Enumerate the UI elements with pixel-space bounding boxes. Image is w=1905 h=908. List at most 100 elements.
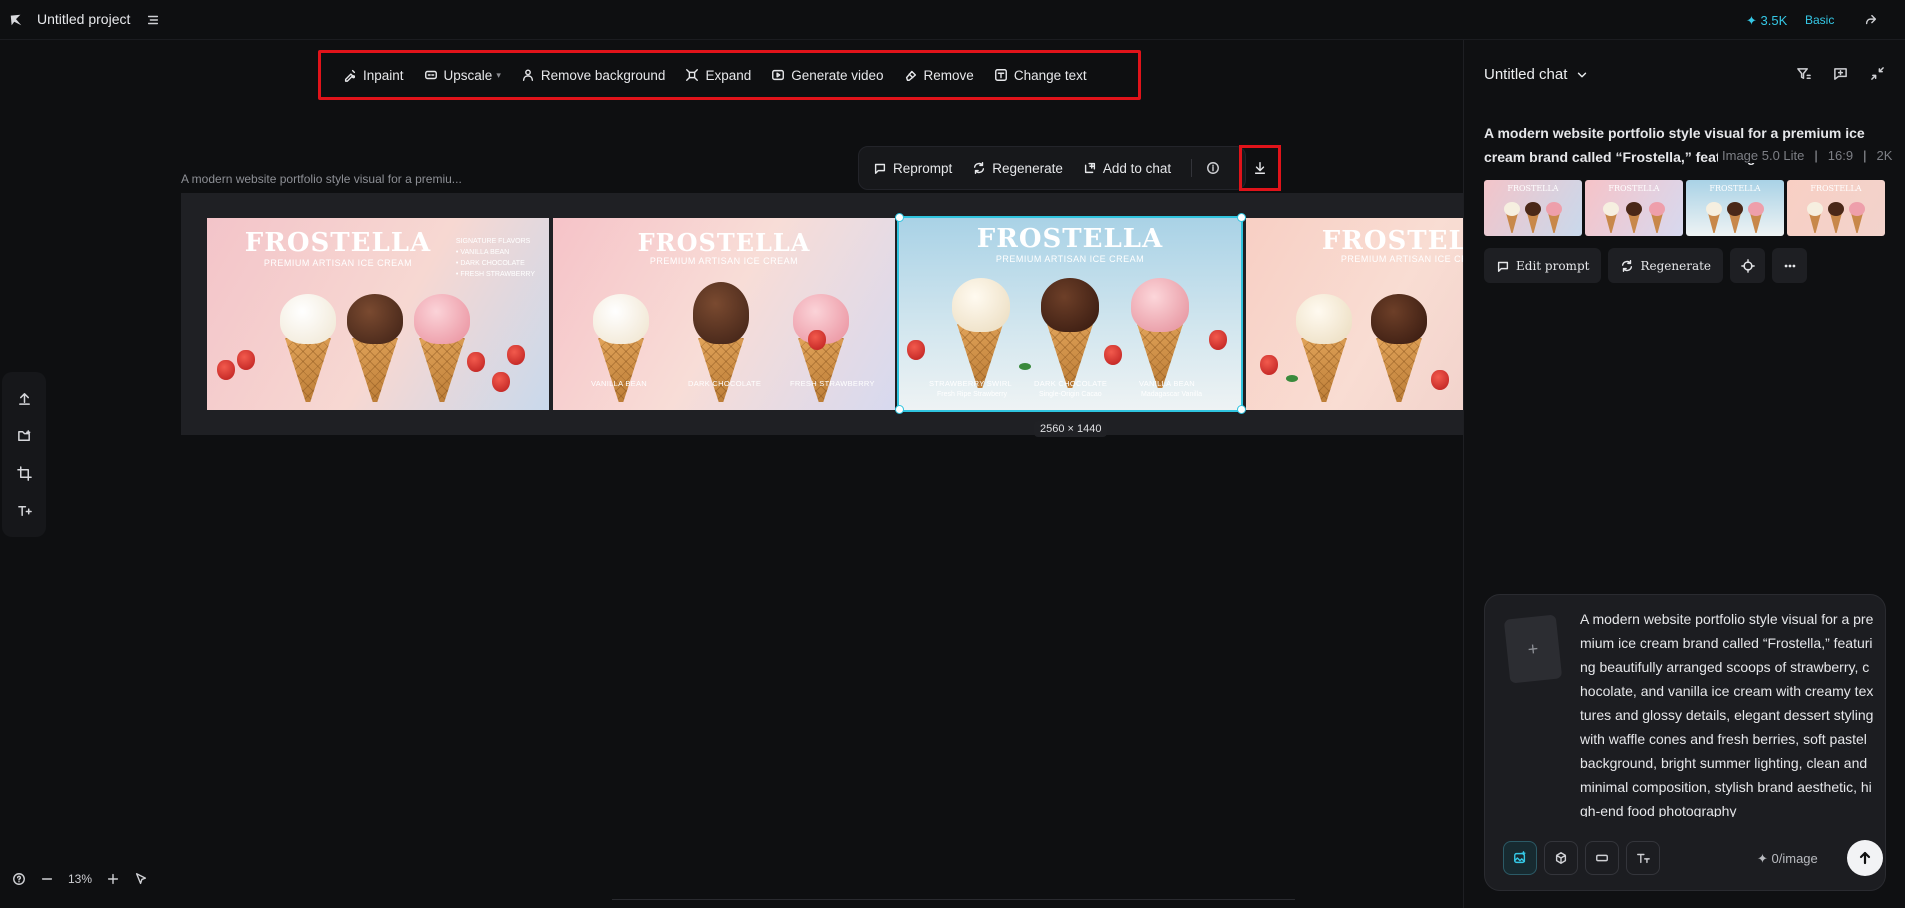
thumbnail-1[interactable]: FROSTELLA [1484, 180, 1582, 236]
credits-badge[interactable]: ✦ 3.5K [1746, 13, 1787, 29]
prompt-input[interactable]: A modern website portfolio style visual … [1580, 607, 1874, 817]
resize-handle-top-left[interactable] [895, 213, 904, 222]
composer-tools [1503, 841, 1660, 875]
cone [1376, 338, 1422, 402]
generated-image-2[interactable]: FROSTELLA PREMIUM ARTISAN ICE CREAM VANI… [553, 218, 895, 410]
regenerate-label: Regenerate [992, 160, 1063, 176]
cone [698, 338, 744, 402]
aspect-ratio-button[interactable] [1585, 841, 1619, 875]
cone [1628, 213, 1640, 233]
share-icon[interactable] [1862, 11, 1880, 29]
strawberry [492, 372, 510, 392]
signature-heading: SIGNATURE FLAVORS [455, 238, 531, 245]
image-sparkle-icon [1513, 851, 1527, 865]
cost-per-image: ✦ 0/image [1757, 851, 1818, 866]
chat-title: Untitled chat [1484, 66, 1568, 83]
vanilla-scoop [1296, 294, 1352, 344]
target-button[interactable] [1730, 248, 1766, 283]
image-title: FROSTELLA [1321, 226, 1464, 256]
help-icon[interactable] [12, 872, 26, 886]
folder-add-icon[interactable] [13, 425, 35, 447]
text-style-button[interactable] [1626, 841, 1660, 875]
prompt-composer: + A modern website portfolio style visua… [1484, 594, 1886, 891]
text-icon [994, 68, 1008, 82]
cone [1830, 213, 1842, 233]
strawberry [507, 345, 525, 365]
cursor-icon[interactable] [134, 872, 148, 886]
image-subtitle: PREMIUM ARTISAN ICE CREAM [995, 254, 1145, 264]
generated-image-1[interactable]: FROSTELLA PREMIUM ARTISAN ICE CREAM SIGN… [207, 218, 549, 410]
menu-icon[interactable] [145, 12, 161, 28]
chocolate-scoop [693, 282, 749, 344]
resize-handle-bottom-left[interactable] [895, 405, 904, 414]
strawberry [217, 360, 235, 380]
attach-image-button[interactable]: + [1503, 614, 1563, 684]
zoom-level[interactable]: 13% [68, 872, 92, 886]
chocolate-scoop [1041, 278, 1099, 332]
thumbnail-2[interactable]: FROSTELLA [1585, 180, 1683, 236]
mint-leaf [1286, 375, 1298, 382]
chocolate-scoop [1727, 202, 1743, 216]
generate-video-button[interactable]: Generate video [761, 59, 893, 91]
resize-handle-top-right[interactable] [1237, 213, 1246, 222]
remove-background-button[interactable]: Remove background [511, 59, 676, 91]
crop-icon[interactable] [13, 462, 35, 484]
reprompt-button[interactable]: Reprompt [873, 161, 952, 176]
remove-button[interactable]: Remove [894, 59, 984, 91]
image-mode-button[interactable] [1503, 841, 1537, 875]
cube-icon [1554, 851, 1568, 865]
download-button[interactable] [1239, 145, 1281, 191]
generated-image-4[interactable]: FROSTELLA PREMIUM ARTISAN ICE CREAM [1246, 218, 1464, 410]
video-icon [771, 68, 785, 82]
edit-icon [1496, 259, 1510, 273]
add-to-chat-button[interactable]: Add to chat [1083, 161, 1171, 176]
model-button[interactable] [1544, 841, 1578, 875]
edit-prompt-button[interactable]: Edit prompt [1484, 248, 1602, 283]
plus-icon: + [1526, 638, 1540, 659]
image-subtitle: PREMIUM ARTISAN ICE CREAM [1340, 254, 1464, 264]
chat-title-dropdown[interactable]: Untitled chat [1484, 66, 1589, 83]
mint-leaf [1019, 363, 1031, 370]
generated-image-3[interactable]: FROSTELLA PREMIUM ARTISAN ICE CREAM STRA… [897, 216, 1243, 412]
collapse-icon[interactable] [1870, 66, 1885, 81]
regenerate-button[interactable]: Regenerate [1608, 248, 1724, 283]
inpaint-button[interactable]: Inpaint [333, 59, 414, 91]
strawberry [237, 350, 255, 370]
regenerate-button[interactable]: Regenerate [972, 161, 1063, 176]
filter-icon[interactable] [1796, 66, 1811, 81]
edit-prompt-label: Edit prompt [1516, 258, 1590, 273]
generation-meta: Image 5.0 Lite | 16:9 | 2K [1718, 148, 1893, 163]
new-chat-icon[interactable] [1833, 66, 1848, 81]
strawberry [1260, 355, 1278, 375]
vanilla-scoop [1706, 202, 1722, 216]
image-dimensions: 2560 × 1440 [1034, 421, 1108, 437]
thumbnail-3[interactable]: FROSTELLA [1686, 180, 1784, 236]
cone [1851, 213, 1863, 233]
flavor-label: VANILLA BEAN [591, 379, 647, 388]
upload-icon[interactable] [13, 388, 35, 410]
vanilla-scoop [1504, 202, 1520, 216]
flavor-detail: Madagascar Vanilla [1141, 391, 1202, 398]
thumbnail-4[interactable]: FROSTELLA [1787, 180, 1885, 236]
plan-badge[interactable]: Basic [1805, 13, 1834, 27]
image-title: FROSTELLA [976, 224, 1164, 254]
project-title[interactable]: Untitled project [37, 11, 130, 27]
info-icon[interactable] [1206, 161, 1220, 175]
top-bar: Untitled project ✦ 3.5K Basic [0, 0, 1905, 40]
expand-button[interactable]: Expand [675, 59, 761, 91]
upscale-button[interactable]: Upscale ▾ [414, 59, 511, 91]
zoom-out-icon[interactable] [40, 872, 54, 886]
change-text-button[interactable]: Change text [984, 59, 1097, 91]
cone [1809, 213, 1821, 233]
image-action-bar: Reprompt Regenerate Add to chat [858, 146, 1246, 190]
strawberry-scoop [1748, 202, 1764, 216]
more-button[interactable] [1772, 248, 1808, 283]
zoom-in-icon[interactable] [106, 872, 120, 886]
divider [612, 899, 1295, 900]
add-text-icon[interactable] [13, 499, 35, 521]
resize-handle-bottom-right[interactable] [1237, 405, 1246, 414]
thumbnail-title: FROSTELLA [1608, 184, 1660, 193]
logo-icon[interactable] [8, 12, 24, 28]
image-title: FROSTELLA [637, 228, 811, 257]
send-button[interactable] [1847, 840, 1883, 876]
